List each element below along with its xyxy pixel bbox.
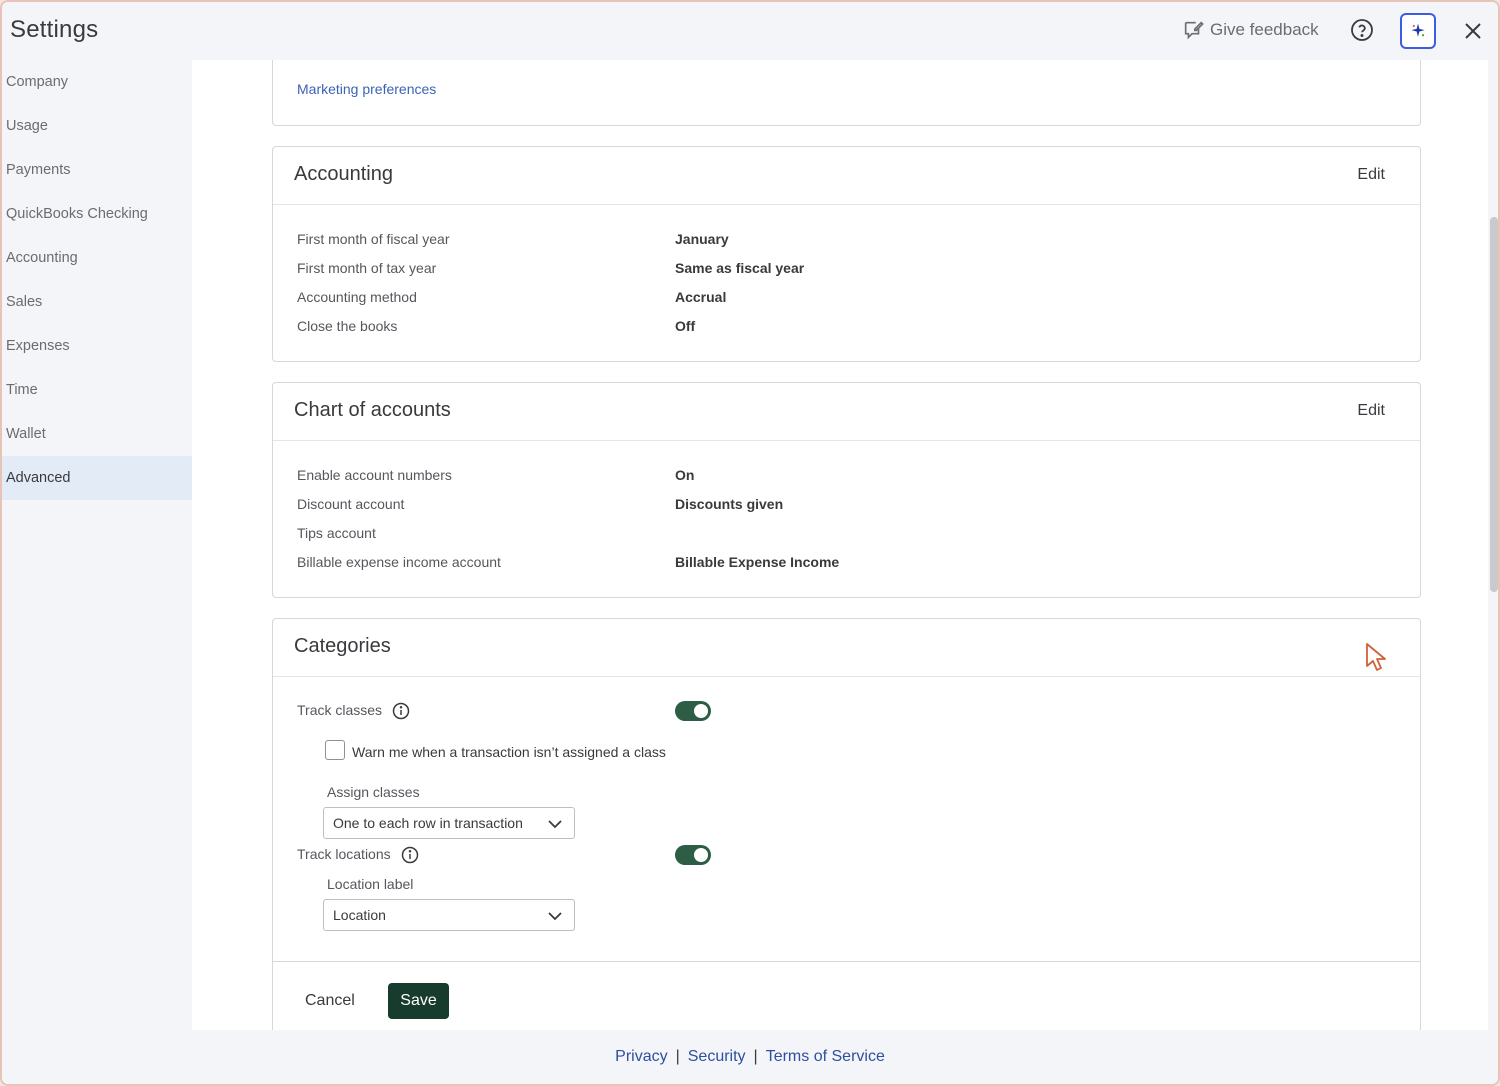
location-label-label: Location label: [327, 876, 414, 892]
sidebar-item-expenses[interactable]: Expenses: [2, 324, 192, 368]
settings-window: Settings Give feedback Company Usage Pay…: [0, 0, 1500, 1086]
info-icon[interactable]: [401, 846, 419, 864]
mouse-cursor-icon: [1366, 643, 1386, 671]
row-label: Accounting method: [297, 289, 417, 305]
warn-unassigned-class-checkbox[interactable]: [325, 740, 345, 760]
feedback-icon: [1184, 21, 1204, 40]
row-label: Discount account: [297, 496, 405, 512]
row-value: Accrual: [675, 289, 727, 305]
give-feedback-button[interactable]: Give feedback: [1182, 19, 1319, 41]
discount-account-row: Discount account Discounts given: [297, 496, 1397, 516]
scrollbar-thumb[interactable]: [1490, 217, 1498, 592]
location-label-value: Location: [333, 907, 386, 923]
track-classes-toggle[interactable]: [675, 701, 711, 721]
divider: [273, 961, 1420, 962]
row-value: Same as fiscal year: [675, 260, 805, 276]
track-classes-text: Track classes: [297, 702, 383, 718]
assistant-sparkle-icon: [1411, 23, 1425, 37]
chart-of-accounts-header: Chart of accounts Edit: [273, 383, 1420, 441]
account-numbers-row: Enable account numbers On: [297, 467, 1397, 487]
billable-expense-row: Billable expense income account Billable…: [297, 554, 1397, 574]
help-button[interactable]: [1350, 18, 1374, 42]
save-button[interactable]: Save: [388, 983, 449, 1019]
row-value: January: [675, 231, 729, 247]
row-label: First month of fiscal year: [297, 231, 450, 247]
track-locations-label: Track locations: [297, 846, 419, 864]
chart-of-accounts-title: Chart of accounts: [294, 399, 451, 421]
close-icon: [1465, 23, 1481, 39]
assign-classes-select[interactable]: One to each row in transaction: [323, 807, 575, 839]
security-link[interactable]: Security: [688, 1048, 746, 1065]
accounting-card: Accounting Edit First month of fiscal ye…: [272, 146, 1421, 362]
marketing-preferences-link[interactable]: Marketing preferences: [297, 81, 436, 97]
assign-classes-value: One to each row in transaction: [333, 815, 523, 831]
assistant-button[interactable]: [1400, 13, 1436, 49]
chevron-down-icon: [548, 912, 562, 921]
sidebar-item-accounting[interactable]: Accounting: [2, 236, 192, 280]
close-button[interactable]: [1462, 20, 1484, 42]
chart-of-accounts-edit-button[interactable]: Edit: [1357, 402, 1385, 420]
accounting-edit-button[interactable]: Edit: [1357, 166, 1385, 184]
settings-content[interactable]: Marketing preferences Accounting Edit Fi…: [192, 60, 1488, 1030]
feedback-label: Give feedback: [1210, 20, 1319, 39]
help-icon: [1351, 19, 1373, 41]
chart-of-accounts-card: Chart of accounts Edit Enable account nu…: [272, 382, 1421, 598]
row-label: Tips account: [297, 525, 376, 541]
warn-unassigned-class-label: Warn me when a transaction isn’t assigne…: [352, 744, 666, 760]
footer-separator: |: [753, 1048, 758, 1065]
track-classes-label: Track classes: [297, 702, 410, 720]
track-locations-toggle[interactable]: [675, 845, 711, 865]
privacy-link[interactable]: Privacy: [615, 1048, 667, 1065]
close-books-row: Close the books Off: [297, 318, 1397, 338]
sidebar-item-quickbooks-checking[interactable]: QuickBooks Checking: [2, 192, 192, 236]
categories-card: Categories Track classes Warn me when a …: [272, 618, 1421, 1030]
row-label: Billable expense income account: [297, 554, 501, 570]
accounting-card-header: Accounting Edit: [273, 147, 1420, 205]
row-label: First month of tax year: [297, 260, 437, 276]
terms-of-service-link[interactable]: Terms of Service: [766, 1048, 885, 1065]
chevron-down-icon: [548, 820, 562, 829]
row-value: On: [675, 467, 695, 483]
tax-year-row: First month of tax year Same as fiscal y…: [297, 260, 1397, 280]
categories-title: Categories: [294, 635, 391, 657]
sidebar-item-sales[interactable]: Sales: [2, 280, 192, 324]
accounting-method-row: Accounting method Accrual: [297, 289, 1397, 309]
accounting-title: Accounting: [294, 163, 393, 185]
sidebar-item-advanced[interactable]: Advanced: [2, 456, 192, 500]
settings-sidebar: Company Usage Payments QuickBooks Checki…: [2, 60, 192, 1084]
assign-classes-label: Assign classes: [327, 784, 420, 800]
row-value: Discounts given: [675, 496, 784, 512]
top-bar: Settings Give feedback: [2, 2, 1498, 60]
sidebar-item-company[interactable]: Company: [2, 60, 192, 104]
info-icon[interactable]: [392, 702, 410, 720]
row-value: Off: [675, 318, 696, 334]
cancel-button[interactable]: Cancel: [305, 992, 355, 1010]
sidebar-item-wallet[interactable]: Wallet: [2, 412, 192, 456]
page-footer: Privacy | Security | Terms of Service: [2, 1048, 1498, 1066]
location-label-select[interactable]: Location: [323, 899, 575, 931]
track-locations-text: Track locations: [297, 846, 391, 862]
row-label: Close the books: [297, 318, 398, 334]
sidebar-item-usage[interactable]: Usage: [2, 104, 192, 148]
sidebar-item-time[interactable]: Time: [2, 368, 192, 412]
categories-header: Categories: [273, 619, 1420, 677]
footer-separator: |: [675, 1048, 680, 1065]
page-title: Settings: [10, 16, 99, 43]
row-value: Billable Expense Income: [675, 554, 840, 570]
row-label: Enable account numbers: [297, 467, 452, 483]
company-card: Marketing preferences: [272, 60, 1421, 126]
tips-account-row: Tips account: [297, 525, 1397, 545]
fiscal-year-row: First month of fiscal year January: [297, 231, 1397, 251]
sidebar-item-payments[interactable]: Payments: [2, 148, 192, 192]
